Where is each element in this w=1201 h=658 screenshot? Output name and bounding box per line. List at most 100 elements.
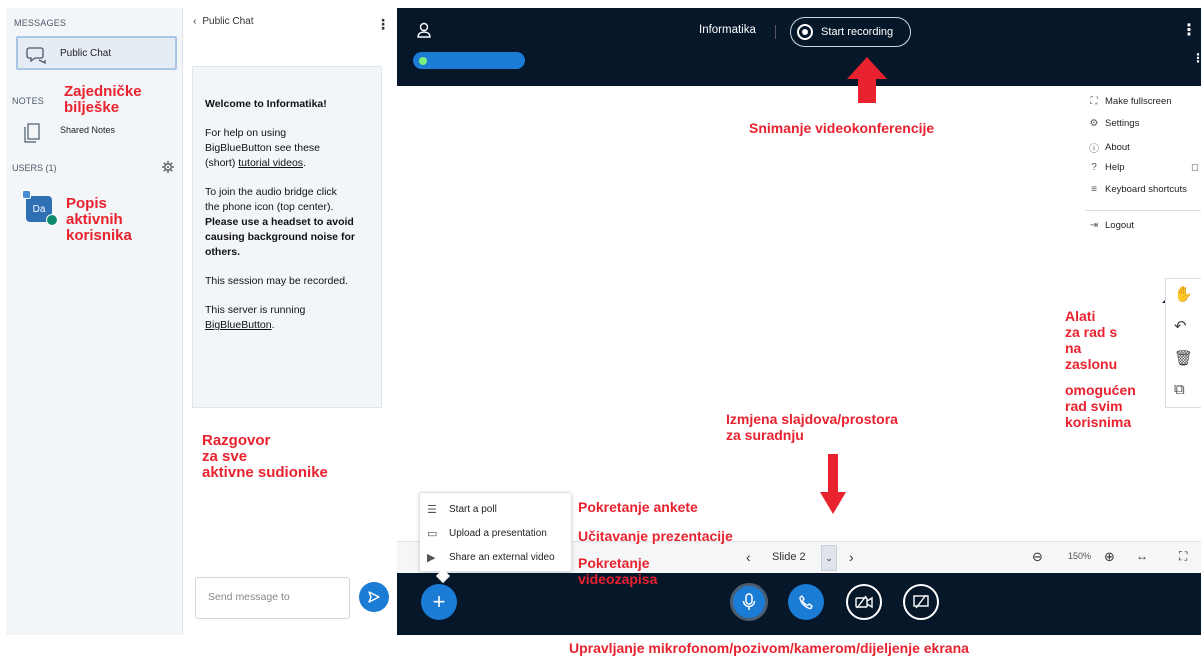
presentation-icon: ▭	[427, 528, 438, 540]
zoom-out-icon[interactable]: ⊖	[1032, 549, 1043, 565]
server-text: This server is running	[205, 304, 306, 316]
audio-text: others.	[205, 246, 241, 258]
send-icon	[368, 591, 380, 603]
next-slide-icon[interactable]: ›	[849, 549, 854, 565]
recording-button[interactable]: Start recording	[790, 17, 911, 47]
more-icon[interactable]: ⋮	[1192, 51, 1201, 65]
screen-share-button[interactable]	[903, 584, 939, 620]
meeting-title: Informatika	[699, 24, 756, 36]
phone-icon	[799, 595, 813, 610]
tutorial-link[interactable]: tutorial videos	[238, 157, 303, 169]
bigbluebutton-link[interactable]: BigBlueButton	[205, 319, 272, 331]
recording-label: Start recording	[821, 26, 894, 38]
menu-item-help[interactable]: ? Help ◻	[1087, 162, 1199, 173]
user-icon[interactable]	[417, 22, 431, 41]
whiteboard-toolbar: ✋ ↶ 🗑 ⧉	[1165, 278, 1201, 408]
menu-item-label: Settings	[1105, 118, 1140, 129]
notes-title: NOTES	[12, 96, 45, 106]
logout-icon: ⇥	[1089, 220, 1099, 231]
annotation-video: Pokretanje videozapisa	[578, 555, 658, 587]
actions-button[interactable]: +	[421, 584, 457, 620]
annotation-controls: Upravljanje mikrofonom/pozivom/kamerom/d…	[569, 640, 969, 656]
options-dropdown: ⛶ Make fullscreen ⚙ Settings ⓘ About ? Help ◻…	[1085, 88, 1201, 272]
annotation-notes: Zajedničke bilješke	[64, 83, 142, 116]
presenter-badge-icon	[22, 190, 31, 199]
audio-text: the phone icon (top center).	[205, 201, 334, 213]
annotation-recording: Snimanje videokonferencije	[749, 120, 935, 136]
annotation-tools-enabled: omogućen rad svim korisnima	[1065, 382, 1136, 430]
annotation-slides: Izmjena slajdova/prostora za suradnju	[726, 411, 898, 443]
annotation-upload: Učitavanje prezentacije	[578, 528, 733, 544]
zoom-in-icon[interactable]: ⊕	[1104, 549, 1115, 565]
menu-item-label: Upload a presentation	[449, 528, 547, 539]
help-text: BigBlueButton see these	[205, 142, 320, 154]
options-menu-icon[interactable]: ⋮	[1181, 20, 1197, 40]
prev-slide-icon[interactable]: ‹	[746, 549, 751, 565]
message-input[interactable]: Send message to	[195, 577, 350, 619]
annotation-poll: Pokretanje ankete	[578, 499, 698, 515]
gear-icon[interactable]	[162, 161, 174, 176]
undo-icon[interactable]: ↶	[1174, 317, 1187, 335]
menu-item-label: Start a poll	[449, 504, 497, 515]
phone-button[interactable]	[788, 584, 824, 620]
chat-title: Public Chat	[202, 16, 254, 27]
shared-notes-label: Shared Notes	[60, 125, 116, 135]
action-bar: +	[397, 573, 1201, 635]
menu-item-label: Share an external video	[449, 552, 555, 563]
help-icon: ?	[1091, 162, 1097, 173]
notes-icon	[24, 123, 40, 143]
multi-user-icon[interactable]: ⧉	[1174, 381, 1185, 398]
camera-button[interactable]	[846, 584, 882, 620]
mic-icon	[742, 593, 756, 610]
poll-icon: ☰	[427, 504, 437, 516]
trash-icon[interactable]: 🗑	[1174, 349, 1193, 367]
menu-item-about[interactable]: ⓘ About	[1087, 140, 1130, 155]
slide-label[interactable]: Slide 2	[772, 551, 806, 563]
help-text: .	[303, 157, 306, 169]
menu-item-logout[interactable]: ⇥ Logout	[1087, 220, 1134, 231]
menu-item-label: Make fullscreen	[1105, 96, 1172, 107]
fullscreen-icon: ⛶	[1090, 96, 1098, 107]
start-poll-item[interactable]: ☰ Start a poll	[427, 503, 497, 516]
help-text: (short)	[205, 157, 239, 169]
share-video-item[interactable]: ▶ Share an external video	[427, 551, 555, 564]
chevron-left-icon: ‹	[193, 16, 197, 27]
menu-item-label: About	[1105, 142, 1130, 153]
shared-notes-item[interactable]: Shared Notes	[24, 123, 115, 143]
menu-item-settings[interactable]: ⚙ Settings	[1087, 118, 1140, 129]
welcome-message: Welcome to Informatika! For help on usin…	[192, 66, 382, 408]
chat-panel: ‹ Public Chat ⋮ Welcome to Informatika! …	[183, 8, 395, 635]
fullscreen-icon[interactable]: ⛶	[1179, 549, 1187, 564]
users-title: USERS (1)	[12, 163, 57, 173]
annotation-tools: Alati za rad s na zaslonu	[1065, 308, 1118, 372]
messages-title: MESSAGES	[14, 18, 67, 28]
public-chat-item[interactable]: Public Chat	[16, 36, 177, 70]
hand-icon[interactable]: ✋	[1174, 285, 1193, 303]
plus-icon: +	[432, 589, 446, 614]
divider	[775, 25, 776, 39]
mic-icon	[419, 56, 427, 65]
send-button[interactable]	[359, 582, 389, 612]
actions-menu: ☰ Start a poll ▭ Upload a presentation ▶ Sh…	[419, 492, 572, 584]
video-icon: ▶	[427, 552, 436, 564]
annotation-chat: Razgovor za sve aktivne sudionike	[202, 432, 328, 481]
arrow-down-icon	[820, 454, 846, 514]
menu-item-label: Keyboard shortcuts	[1105, 184, 1187, 195]
help-text: For help on using	[205, 127, 287, 139]
camera-off-icon	[855, 595, 873, 609]
more-options-icon[interactable]: ⋮	[376, 16, 390, 33]
menu-item-shortcuts[interactable]: ≡ Keyboard shortcuts	[1087, 184, 1187, 195]
annotation-users: Popis aktivnih korisnika	[66, 195, 132, 244]
external-link-icon: ◻	[1191, 162, 1199, 173]
screen-share-icon	[913, 595, 929, 609]
fit-width-icon[interactable]: ↔	[1136, 549, 1148, 563]
public-chat-label: Public Chat	[60, 47, 112, 59]
chat-header[interactable]: ‹ Public Chat	[193, 16, 253, 27]
menu-item-fullscreen[interactable]: ⛶ Make fullscreen	[1087, 96, 1172, 107]
menu-item-label: Logout	[1105, 220, 1135, 231]
arrow-up-icon	[847, 57, 887, 103]
chevron-down-icon[interactable]: ⌄	[821, 545, 837, 571]
mic-button[interactable]	[730, 583, 768, 621]
keyboard-icon: ≡	[1091, 184, 1097, 195]
upload-presentation-item[interactable]: ▭ Upload a presentation	[427, 527, 547, 540]
